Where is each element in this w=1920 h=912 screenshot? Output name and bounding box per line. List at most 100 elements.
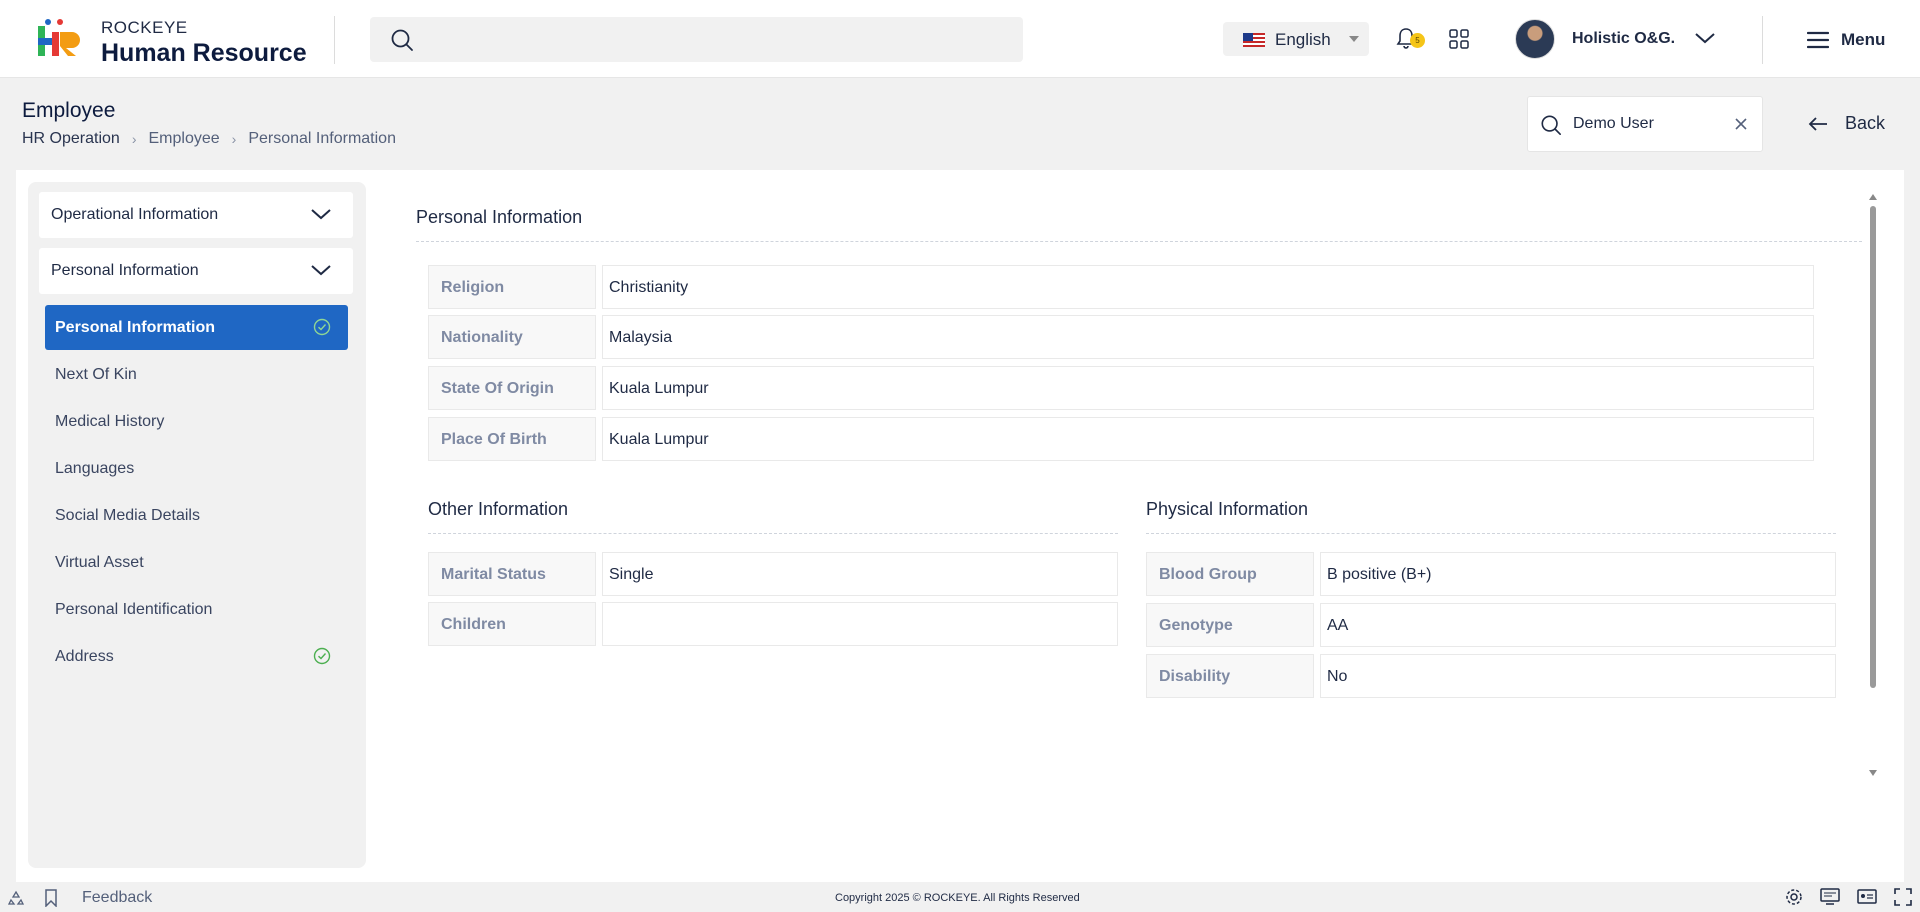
chevron-right-icon: › bbox=[131, 131, 137, 147]
recycle-icon[interactable] bbox=[8, 890, 24, 906]
user-name[interactable]: Holistic O&G. bbox=[1572, 30, 1675, 48]
search-icon bbox=[1541, 115, 1561, 135]
hamburger-icon bbox=[1807, 31, 1829, 49]
footer-left-icons bbox=[8, 889, 58, 907]
field-label: Place Of Birth bbox=[441, 431, 547, 448]
scrollbar[interactable] bbox=[1867, 190, 1879, 776]
scroll-down-icon[interactable] bbox=[1869, 770, 1877, 776]
copyright: Copyright 2025 © ROCKEYE. All Rights Res… bbox=[835, 892, 1080, 904]
field-label-cell: Marital Status bbox=[428, 552, 596, 596]
us-flag-icon bbox=[1243, 33, 1265, 47]
footer-right-icons bbox=[1785, 888, 1912, 906]
field-label-cell: Religion bbox=[428, 265, 596, 309]
language-select[interactable]: English bbox=[1223, 22, 1369, 56]
brand: ROCKEYE Human Resource bbox=[101, 18, 307, 68]
chevron-down-icon bbox=[311, 209, 331, 220]
bookmark-icon[interactable] bbox=[44, 889, 58, 907]
divider bbox=[428, 533, 1118, 534]
accordion-label: Operational Information bbox=[51, 206, 219, 223]
sidebar-item-label: Personal Identification bbox=[55, 601, 213, 618]
scroll-up-icon[interactable] bbox=[1869, 194, 1877, 200]
section-title-physical-information: Physical Information bbox=[1146, 499, 1309, 519]
footer: Feedback Copyright 2025 © ROCKEYE. All R… bbox=[0, 884, 1920, 912]
field-marital-status: Marital Status Single bbox=[428, 552, 1118, 596]
close-icon[interactable] bbox=[1734, 117, 1748, 131]
sidebar-item-languages[interactable]: Languages bbox=[45, 446, 348, 491]
language-label: English bbox=[1275, 30, 1331, 49]
menu-label: Menu bbox=[1841, 30, 1886, 49]
accordion-operational-information[interactable]: Operational Information bbox=[39, 192, 353, 238]
breadcrumb-employee[interactable]: Employee bbox=[149, 130, 220, 148]
sidebar-item-medical-history[interactable]: Medical History bbox=[45, 399, 348, 444]
breadcrumb: HR Operation › Employee › Personal Infor… bbox=[22, 130, 396, 148]
field-value-cell: No bbox=[1320, 654, 1836, 698]
sidebar-item-label: Address bbox=[55, 648, 114, 665]
field-label-cell: Nationality bbox=[428, 315, 596, 359]
user-avatar[interactable] bbox=[1515, 19, 1555, 59]
rockeye-logo-icon[interactable] bbox=[36, 18, 82, 60]
feedback-link[interactable]: Feedback bbox=[82, 889, 152, 907]
sidebar-item-label: Personal Information bbox=[55, 319, 216, 336]
caret-down-icon bbox=[1349, 36, 1359, 42]
field-blood-group: Blood Group B positive (B+) bbox=[1146, 552, 1836, 596]
check-circle-icon bbox=[313, 647, 331, 665]
sidebar-item-personal-information[interactable]: Personal Information bbox=[45, 305, 348, 350]
divider bbox=[1762, 16, 1763, 64]
section-title-other-information: Other Information bbox=[428, 499, 569, 519]
field-value: B positive (B+) bbox=[1327, 566, 1432, 583]
sidebar-item-label: Languages bbox=[55, 460, 135, 477]
section-title-personal-information: Personal Information bbox=[416, 207, 583, 227]
sidebar-item-personal-identification[interactable]: Personal Identification bbox=[45, 587, 348, 632]
top-bar: ROCKEYE Human Resource English 5 Holisti… bbox=[0, 0, 1920, 78]
breadcrumb-hr-operation[interactable]: HR Operation bbox=[22, 130, 120, 148]
monitor-icon[interactable] bbox=[1820, 888, 1840, 906]
employee-search-input[interactable]: Demo User bbox=[1527, 96, 1763, 152]
page-title: Employee bbox=[22, 99, 116, 122]
accordion-label: Personal Information bbox=[51, 262, 199, 279]
field-label: Children bbox=[441, 616, 506, 633]
id-card-icon[interactable] bbox=[1857, 888, 1877, 906]
check-circle-icon bbox=[313, 318, 331, 336]
sidebar-item-virtual-asset[interactable]: Virtual Asset bbox=[45, 540, 348, 585]
chevron-down-icon bbox=[311, 265, 331, 276]
sidebar-item-label: Social Media Details bbox=[55, 507, 200, 524]
back-button[interactable]: Back bbox=[1808, 113, 1885, 134]
field-label: Disability bbox=[1159, 668, 1231, 685]
menu-button[interactable]: Menu bbox=[1807, 28, 1885, 52]
field-label: Marital Status bbox=[441, 566, 546, 583]
field-religion: Religion Christianity bbox=[428, 265, 1814, 309]
field-children: Children bbox=[428, 602, 1118, 646]
field-value-cell: Malaysia bbox=[602, 315, 1814, 359]
divider bbox=[1146, 533, 1836, 534]
field-label: Religion bbox=[441, 279, 505, 296]
global-search-input[interactable] bbox=[370, 17, 1023, 62]
accordion-personal-information[interactable]: Personal Information bbox=[39, 248, 353, 294]
field-value: Malaysia bbox=[609, 329, 673, 346]
employee-search-value: Demo User bbox=[1573, 115, 1654, 132]
chevron-down-icon[interactable] bbox=[1694, 31, 1716, 45]
field-value-cell: Single bbox=[602, 552, 1118, 596]
divider bbox=[334, 16, 335, 64]
brand-top: ROCKEYE bbox=[101, 18, 188, 37]
fullscreen-icon[interactable] bbox=[1894, 888, 1912, 906]
sidebar-item-address[interactable]: Address bbox=[45, 634, 348, 679]
field-genotype: Genotype AA bbox=[1146, 603, 1836, 647]
field-value-cell: Kuala Lumpur bbox=[602, 366, 1814, 410]
divider bbox=[416, 241, 1862, 242]
chevron-right-icon: › bbox=[231, 131, 237, 147]
field-label-cell: Children bbox=[428, 602, 596, 646]
sidebar-item-social-media-details[interactable]: Social Media Details bbox=[45, 493, 348, 538]
field-value: Kuala Lumpur bbox=[609, 380, 709, 397]
field-value: Kuala Lumpur bbox=[609, 431, 709, 448]
scrollbar-thumb[interactable] bbox=[1870, 206, 1876, 688]
gear-icon[interactable] bbox=[1785, 888, 1803, 906]
field-value-cell: AA bbox=[1320, 603, 1836, 647]
sidebar-item-next-of-kin[interactable]: Next Of Kin bbox=[45, 352, 348, 397]
field-label-cell: Disability bbox=[1146, 654, 1314, 698]
field-value: No bbox=[1327, 668, 1348, 685]
search-icon bbox=[391, 29, 413, 51]
apps-grid-icon[interactable] bbox=[1449, 29, 1469, 49]
field-value-cell: Kuala Lumpur bbox=[602, 417, 1814, 461]
brand-main: Human Resource bbox=[101, 39, 307, 67]
notification-badge: 5 bbox=[1410, 33, 1425, 48]
